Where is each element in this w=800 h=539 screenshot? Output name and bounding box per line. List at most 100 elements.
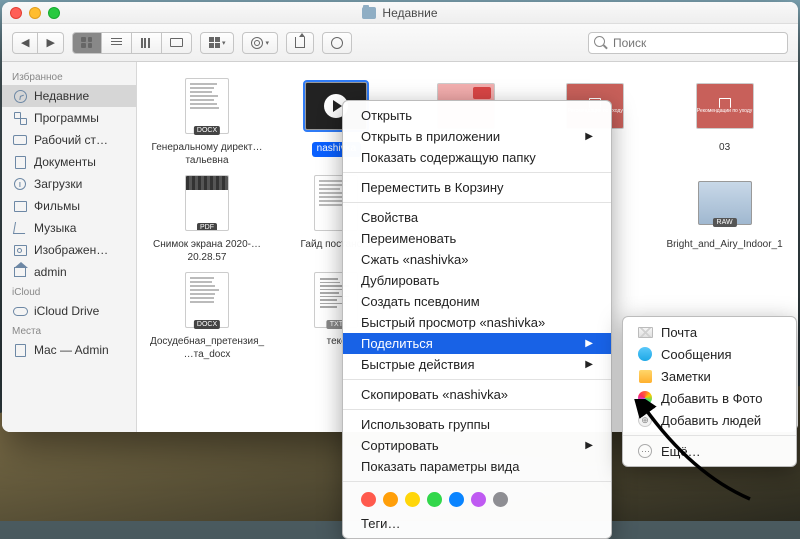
share-item-mail[interactable]: Почта <box>623 321 796 343</box>
list-view-button[interactable] <box>102 32 132 54</box>
menu-item[interactable]: Создать псевдоним <box>343 291 611 312</box>
menu-item[interactable]: Дублировать <box>343 270 611 291</box>
menu-item[interactable]: Переместить в Корзину <box>343 177 611 198</box>
share-item-more[interactable]: ⋯Ещё… <box>623 440 796 462</box>
file-name: 03 <box>719 142 730 155</box>
search-input[interactable] <box>588 32 788 54</box>
submenu-arrow-icon: ▶ <box>585 440 593 451</box>
view-switcher <box>72 32 192 54</box>
file-thumbnail: DOCX <box>175 74 239 138</box>
file-name: Досудебная_претензия_…та_docx <box>148 336 266 361</box>
sidebar-item-недавние[interactable]: Недавние <box>2 85 136 107</box>
menu-item-label: Показать содержащую папку <box>361 150 536 165</box>
clock-icon <box>12 88 28 104</box>
sidebar-item-admin[interactable]: admin <box>2 261 136 283</box>
menu-item[interactable]: Свойства <box>343 207 611 228</box>
menu-item[interactable]: Скопировать «nashivka» <box>343 384 611 405</box>
menu-item-label: Дублировать <box>361 273 439 288</box>
menu-item-label: Открыть <box>361 108 412 123</box>
menu-item-label: Создать псевдоним <box>361 294 480 309</box>
close-button[interactable] <box>10 7 22 19</box>
sidebar-item-icloud drive[interactable]: iCloud Drive <box>2 300 136 322</box>
more-icon: ⋯ <box>637 443 653 459</box>
menu-item-tags[interactable]: Теги… <box>343 513 611 534</box>
share-item-messages[interactable]: Сообщения <box>623 343 796 365</box>
file-item[interactable]: RAWBright_and_Airy_Indoor_1 <box>663 171 787 264</box>
window-title: Недавние <box>382 6 437 20</box>
toolbar: ◀ ▶ ▾ ▾ <box>2 24 798 62</box>
share-item-photos[interactable]: Добавить в Фото <box>623 387 796 409</box>
search-field[interactable] <box>588 32 788 54</box>
people-icon: ⊕ <box>637 412 653 428</box>
desktop-icon <box>12 132 28 148</box>
share-item-label: Добавить людей <box>661 413 761 428</box>
minimize-button[interactable] <box>29 7 41 19</box>
menu-item[interactable]: Показать параметры вида <box>343 456 611 477</box>
arrange-button[interactable]: ▾ <box>200 32 235 54</box>
menu-item[interactable]: Сжать «nashivka» <box>343 249 611 270</box>
share-item-notes[interactable]: Заметки <box>623 365 796 387</box>
sidebar-item-фильмы[interactable]: Фильмы <box>2 195 136 217</box>
nav-buttons: ◀ ▶ <box>12 32 64 54</box>
sidebar-item-загрузки[interactable]: Загрузки <box>2 173 136 195</box>
share-button[interactable] <box>286 32 314 54</box>
menu-item[interactable]: Показать содержащую папку <box>343 147 611 168</box>
sidebar-item-label: Программы <box>34 111 99 125</box>
titlebar: Недавние <box>2 2 798 24</box>
file-item[interactable]: Рекомендации по уходу 03 <box>663 74 787 167</box>
home-icon <box>12 264 28 280</box>
column-view-button[interactable] <box>132 32 162 54</box>
tags-button[interactable] <box>322 32 352 54</box>
sidebar-item-музыка[interactable]: Музыка <box>2 217 136 239</box>
tag-color-row <box>343 486 611 513</box>
menu-item[interactable]: Сортировать ▶ <box>343 435 611 456</box>
forward-button[interactable]: ▶ <box>38 32 63 54</box>
notes-icon <box>637 368 653 384</box>
sidebar-item-рабочий ст…[interactable]: Рабочий ст… <box>2 129 136 151</box>
file-item[interactable]: DOCXГенеральному директ…тальевна <box>145 74 269 167</box>
tag-color[interactable] <box>493 492 508 507</box>
tag-color[interactable] <box>471 492 486 507</box>
tag-color[interactable] <box>405 492 420 507</box>
icon-view-button[interactable] <box>72 32 102 54</box>
menu-item-label: Переместить в Корзину <box>361 180 504 195</box>
menu-item[interactable]: Открыть в приложении▶ <box>343 126 611 147</box>
menu-item[interactable]: Открыть <box>343 105 611 126</box>
tag-color[interactable] <box>449 492 464 507</box>
search-icon <box>594 36 607 49</box>
menu-item[interactable]: Использовать группы <box>343 414 611 435</box>
picture-icon <box>12 242 28 258</box>
submenu-arrow-icon: ▶ <box>585 359 593 370</box>
sidebar-item-документы[interactable]: Документы <box>2 151 136 173</box>
menu-item[interactable]: Поделиться▶ <box>343 333 611 354</box>
file-item[interactable]: PDFСнимок экрана 2020-…20.28.57 <box>145 171 269 264</box>
file-item[interactable]: DOCXДосудебная_претензия_…та_docx <box>145 268 269 361</box>
menu-item[interactable]: Быстрые действия▶ <box>343 354 611 375</box>
apps-icon <box>12 110 28 126</box>
sidebar-item-label: Изображен… <box>34 243 108 257</box>
action-button[interactable]: ▾ <box>242 32 278 54</box>
tag-color[interactable] <box>361 492 376 507</box>
download-icon <box>12 176 28 192</box>
menu-item[interactable]: Быстрый просмотр «nashivka» <box>343 312 611 333</box>
share-item-label: Почта <box>661 325 697 340</box>
sidebar: ИзбранноеНедавниеПрограммыРабочий ст…Док… <box>2 62 137 432</box>
menu-item-label: Сортировать <box>361 438 439 453</box>
mail-icon <box>637 324 653 340</box>
sidebar-item-mac — admin[interactable]: Mac — Admin <box>2 339 136 361</box>
menu-item[interactable]: Переименовать <box>343 228 611 249</box>
sidebar-item-label: admin <box>34 265 67 279</box>
menu-item-label: Свойства <box>361 210 418 225</box>
gallery-view-button[interactable] <box>162 32 192 54</box>
file-thumbnail: Рекомендации по уходу <box>693 74 757 138</box>
sidebar-item-изображен…[interactable]: Изображен… <box>2 239 136 261</box>
menu-item-label: Сжать «nashivka» <box>361 252 468 267</box>
tag-color[interactable] <box>427 492 442 507</box>
back-button[interactable]: ◀ <box>12 32 38 54</box>
share-item-people[interactable]: ⊕ Добавить людей <box>623 409 796 431</box>
tag-color[interactable] <box>383 492 398 507</box>
share-item-label: Заметки <box>661 369 711 384</box>
cloud-icon <box>12 303 28 319</box>
zoom-button[interactable] <box>48 7 60 19</box>
sidebar-item-программы[interactable]: Программы <box>2 107 136 129</box>
